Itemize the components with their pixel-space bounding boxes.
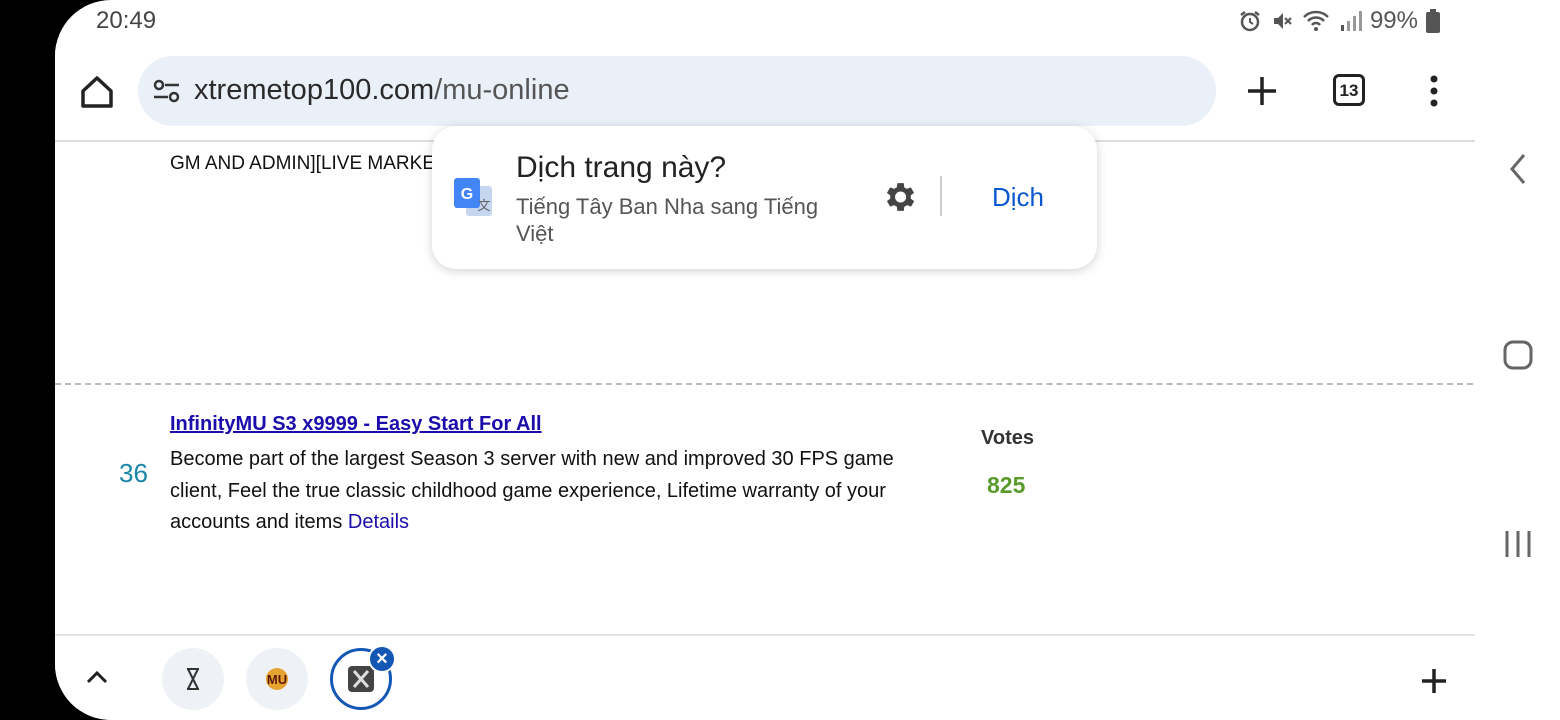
signal-icon [1340, 11, 1362, 31]
wifi-icon [1303, 10, 1329, 31]
translate-title: Dịch trang này? [516, 151, 727, 184]
new-tab-icon[interactable] [1245, 74, 1279, 108]
details-link[interactable]: Details [348, 511, 409, 533]
chevron-up-icon[interactable] [85, 668, 109, 686]
translate-subtitle: Tiếng Tây Ban Nha sang Tiếng Việt [516, 194, 819, 246]
alarm-icon [1240, 11, 1260, 32]
mu-favicon: MU [266, 668, 288, 690]
settings-gear-icon[interactable] [880, 178, 918, 216]
hourglass-favicon [187, 668, 199, 690]
menu-icon[interactable] [1429, 75, 1439, 107]
svg-text:G: G [461, 186, 473, 203]
translate-prompt: G文 Dịch trang này? Tiếng Tây Ban Nha san… [432, 126, 1097, 269]
status-time: 20:49 [96, 7, 157, 34]
mute-icon [1273, 13, 1292, 29]
votes-value: 825 [987, 472, 1026, 498]
listing-description-text: Become part of the largest Season 3 serv… [170, 448, 894, 533]
tab-switcher-button[interactable]: 13 [1333, 74, 1365, 106]
tab-strip: MU × [55, 634, 1475, 720]
back-icon[interactable] [1508, 152, 1528, 186]
svg-text:文: 文 [477, 198, 490, 213]
translate-button[interactable]: Dịch [992, 182, 1044, 213]
add-tab-icon[interactable] [1421, 668, 1447, 694]
tab-hourglass[interactable] [162, 648, 224, 710]
listing-divider [55, 383, 1473, 385]
recents-icon[interactable] [1503, 529, 1533, 559]
home-icon[interactable] [79, 74, 115, 110]
previous-listing-text: GM AND ADMIN][LIVE MARKET] [170, 153, 452, 174]
google-translate-icon: G文 [454, 178, 492, 216]
url-path: /mu-online [434, 74, 570, 106]
votes-label: Votes [981, 427, 1034, 449]
battery-text: 99% [1369, 7, 1418, 34]
tab-mu[interactable]: MU [246, 648, 308, 710]
translate-separator [940, 176, 942, 216]
x-favicon [348, 666, 374, 692]
close-tab-icon[interactable]: × [368, 645, 396, 673]
listing-description: Become part of the largest Season 3 serv… [170, 444, 940, 539]
battery-icon [1426, 9, 1440, 33]
omnibox[interactable]: xtremetop100.com/mu-online [138, 56, 1216, 126]
url-text[interactable]: xtremetop100.com/mu-online [194, 74, 570, 107]
listing-rank: 36 [119, 458, 148, 488]
site-settings-icon[interactable] [152, 78, 182, 104]
system-nav-bar [1475, 142, 1560, 720]
url-domain: xtremetop100.com [194, 74, 435, 106]
status-bar: 20:49 99% [55, 0, 1560, 44]
home-nav-icon[interactable] [1503, 340, 1533, 370]
phone-screen: 20:49 99% xtremetop100.com/mu-online 13 … [55, 0, 1560, 720]
listing-title-link[interactable]: InfinityMU S3 x9999 - Easy Start For All [170, 413, 542, 436]
status-icons: 99% [1238, 7, 1440, 35]
svg-text:MU: MU [267, 672, 287, 687]
